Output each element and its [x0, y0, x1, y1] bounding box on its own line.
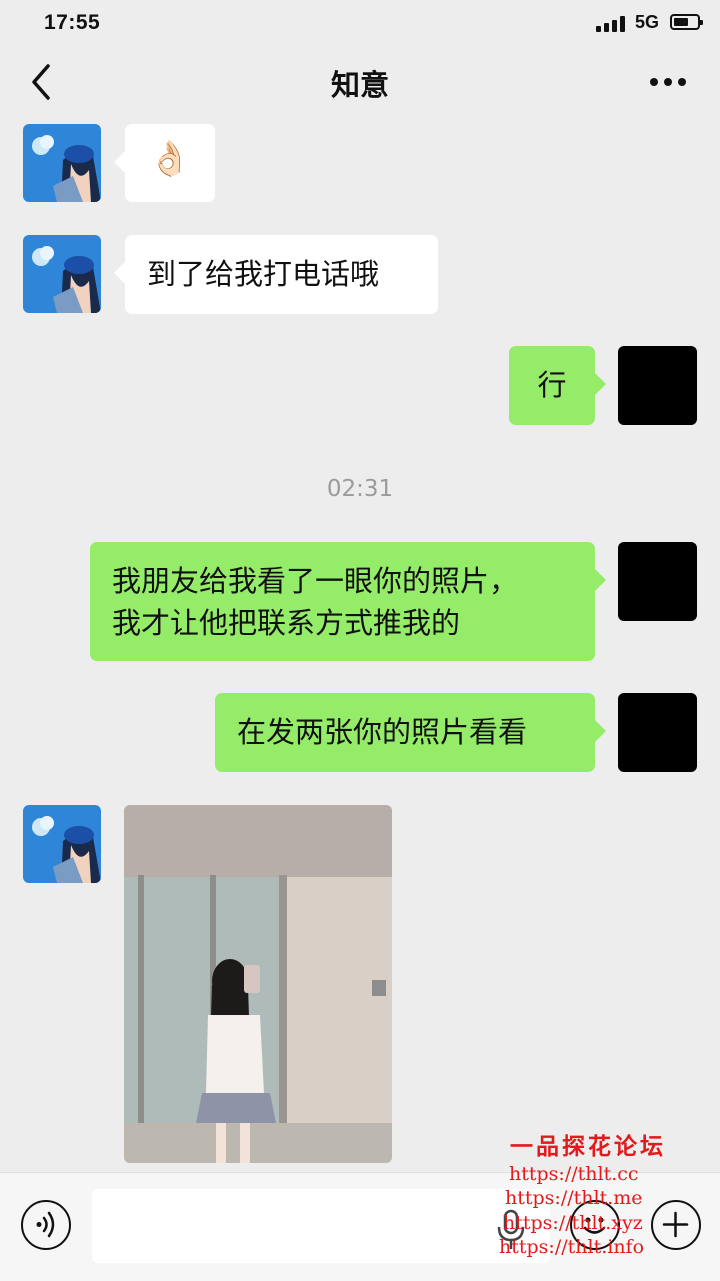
more-options-button[interactable]	[646, 78, 690, 88]
message-text: 行	[537, 368, 567, 402]
contact-avatar[interactable]	[23, 805, 101, 883]
received-message-bubble[interactable]: 到了给我打电话哦	[114, 235, 438, 314]
contact-avatar[interactable]	[23, 124, 101, 202]
chat-header: 知意	[0, 48, 720, 118]
my-avatar[interactable]	[618, 346, 697, 425]
received-photo[interactable]	[124, 805, 392, 1163]
sent-message-bubble[interactable]: 在发两张你的照片看看	[215, 693, 606, 772]
received-emoji-bubble[interactable]: 👌🏻	[114, 124, 215, 202]
status-bar: 17:55 5G	[0, 0, 720, 48]
network-type: 5G	[635, 12, 660, 32]
my-avatar[interactable]	[618, 693, 697, 772]
message-text-line: 我朋友给我看了一眼你的照片，	[112, 564, 519, 598]
sent-message-bubble[interactable]: 我朋友给我看了一眼你的照片， 我才让他把联系方式推我的	[90, 542, 606, 661]
chat-title: 知意	[330, 68, 389, 102]
watermark-link: https://thlt.cc	[509, 1163, 639, 1185]
contact-avatar[interactable]	[23, 235, 101, 313]
more-functions-button[interactable]	[651, 1200, 701, 1250]
watermark-link: https://thlt.xyz	[503, 1212, 643, 1234]
voice-icon	[36, 1211, 55, 1238]
battery-icon	[670, 14, 703, 30]
ok-hand-emoji: 👌🏻	[148, 139, 192, 179]
signal-icon	[596, 16, 628, 32]
message-input[interactable]	[92, 1189, 550, 1263]
message-text: 到了给我打电话哦	[147, 257, 380, 291]
sent-message-bubble[interactable]: 行	[509, 346, 606, 425]
watermark-link: https://thlt.me	[505, 1187, 643, 1209]
message-timestamp: 02:31	[326, 476, 394, 502]
watermark-link: https://thlt.info	[499, 1236, 645, 1258]
status-time: 17:55	[44, 11, 101, 34]
my-avatar[interactable]	[618, 542, 697, 621]
plus-icon	[662, 1211, 689, 1238]
watermark-title: 一品探花论坛	[510, 1133, 666, 1160]
voice-input-button[interactable]	[21, 1200, 71, 1250]
message-text-line: 我才让他把联系方式推我的	[112, 606, 461, 640]
message-text: 在发两张你的照片看看	[237, 715, 528, 749]
